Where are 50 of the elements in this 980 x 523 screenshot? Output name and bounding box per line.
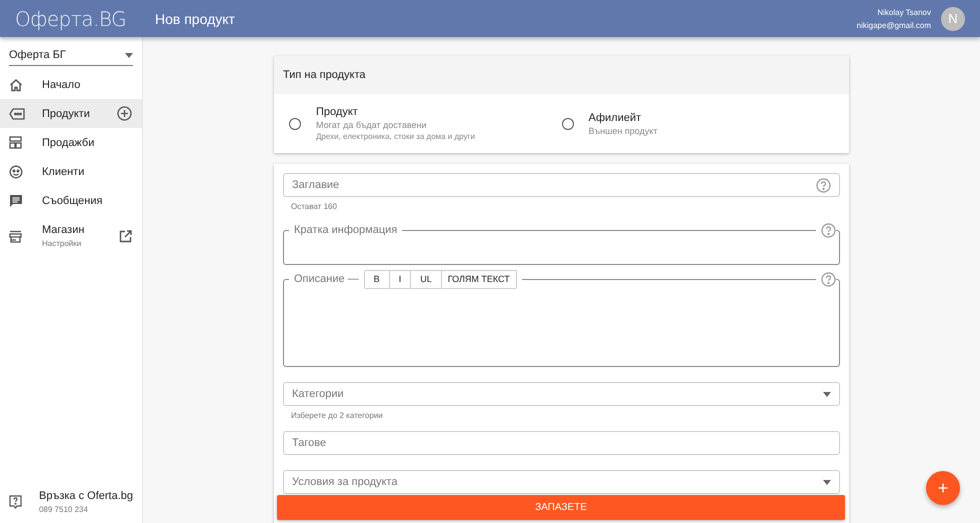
user-email: nikigape@gmail.com	[856, 20, 931, 32]
contact-phone: 089 7510 234	[38, 505, 89, 514]
nav-item-label: Съобщения	[42, 194, 104, 206]
field-helper: Остават 160	[291, 202, 338, 211]
store-select[interactable]: Оферта БГ	[9, 47, 133, 66]
format-button[interactable]: B	[364, 270, 390, 288]
caret-icon	[125, 52, 133, 58]
option-description: Дрехи, електроника, стоки за дома и други	[316, 132, 475, 141]
nav-item-label: Продукти	[42, 108, 91, 120]
caret-icon	[823, 392, 831, 396]
help-chat-icon	[9, 495, 22, 509]
nav-item-label: Клиенти	[42, 166, 86, 178]
option-description: Външен продукт	[588, 126, 658, 136]
nav-item[interactable]: Магазин Настройки	[0, 215, 142, 257]
select-field[interactable]: Категории	[283, 382, 840, 406]
radio-button[interactable]	[289, 118, 301, 130]
option-description: Могат да бъдат доставени	[316, 120, 428, 130]
radio-button[interactable]	[562, 118, 574, 130]
caret-icon	[823, 480, 831, 484]
field-helper: Изберете до 2 категории	[291, 411, 384, 420]
option-title: Афилиейт	[588, 112, 642, 124]
contact-title[interactable]: Връзка с Oferta.bg	[38, 490, 133, 502]
store-icon	[9, 230, 22, 242]
help-icon[interactable]	[821, 272, 836, 286]
nav-item[interactable]: Съобщения	[0, 186, 142, 215]
logo[interactable]: Оферта.BG	[15, 6, 155, 30]
nav-item-label: Продажби	[42, 136, 96, 148]
user-name: Nikolay Tsanov	[876, 6, 931, 18]
text-field[interactable]: Тагове	[283, 431, 840, 455]
option-title: Продукт	[316, 106, 359, 118]
nav-item-label: Магазин	[42, 224, 86, 236]
card-title: Тип на продукта	[274, 56, 849, 94]
home-icon	[9, 78, 23, 92]
tag-icon	[9, 108, 25, 120]
select-field[interactable]: Условия за продукта	[283, 470, 840, 494]
nav-item[interactable]: Клиенти	[0, 157, 142, 186]
open-external-icon[interactable]	[119, 230, 132, 242]
text-field[interactable]: Заглавие	[283, 173, 840, 197]
nav-item[interactable]: Продукти	[0, 99, 142, 128]
chat-icon	[9, 194, 23, 208]
help-icon[interactable]	[821, 222, 836, 238]
nav-item-sublabel: Настройки	[42, 239, 82, 248]
help-icon[interactable]	[816, 178, 831, 192]
nav-item[interactable]: Начало	[0, 70, 142, 99]
page-title: Нов продукт	[155, 10, 236, 26]
face-icon	[9, 164, 23, 178]
nav-item[interactable]: Продажби	[0, 128, 142, 157]
add-circle-icon[interactable]	[117, 106, 132, 121]
dashboard-icon	[9, 136, 22, 149]
nav-item-label: Начало	[42, 78, 82, 90]
